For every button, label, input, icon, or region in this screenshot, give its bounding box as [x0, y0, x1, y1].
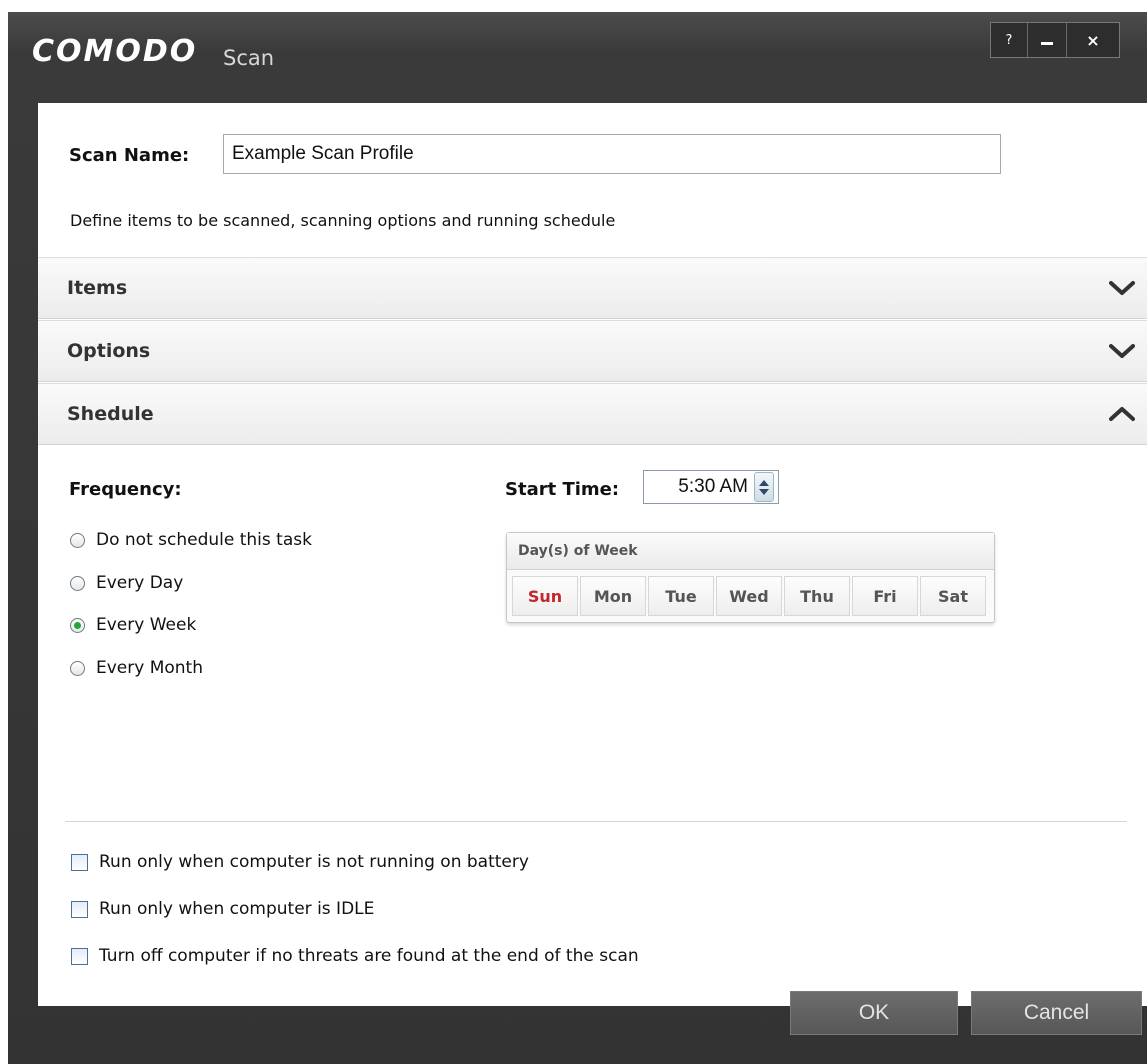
section-schedule-label: Shedule [67, 403, 154, 425]
scan-description: Define items to be scanned, scanning opt… [70, 211, 616, 230]
checkbox-row-turn-off[interactable]: Turn off computer if no threats are foun… [71, 946, 639, 966]
scan-window: COMODO Scan ? × Scan Name: Define items … [8, 12, 1147, 1064]
checkbox[interactable] [71, 900, 88, 918]
scan-name-input[interactable] [223, 134, 1001, 174]
ok-button[interactable]: OK [790, 991, 958, 1035]
start-time-value[interactable]: 5:30 AM [678, 476, 748, 498]
dialog-content: Scan Name: Define items to be scanned, s… [38, 103, 1147, 1006]
radio-selected-dot [74, 621, 81, 629]
checkbox[interactable] [71, 853, 88, 871]
section-options-label: Options [67, 340, 151, 362]
checkbox-row-idle[interactable]: Run only when computer is IDLE [71, 899, 374, 919]
radio-label: Every Week [96, 615, 197, 635]
window-title: Scan [223, 46, 275, 70]
checkbox-label: Run only when computer is IDLE [99, 899, 375, 919]
section-options[interactable]: Options [38, 320, 1147, 382]
radio-button-selected[interactable] [70, 617, 85, 633]
time-spinner[interactable] [754, 472, 774, 502]
start-time-input[interactable]: 5:30 AM [643, 470, 779, 504]
checkbox-row-battery[interactable]: Run only when computer is not running on… [71, 852, 529, 872]
day-sat[interactable]: Sat [920, 576, 986, 616]
help-button[interactable]: ? [991, 23, 1028, 57]
radio-button[interactable] [70, 575, 85, 591]
scan-name-label: Scan Name: [69, 145, 190, 166]
radio-label: Every Day [96, 573, 184, 593]
radio-every-week[interactable]: Every Week [70, 615, 196, 635]
radio-label: Every Month [96, 658, 203, 678]
minimize-icon [1041, 41, 1053, 45]
radio-every-day[interactable]: Every Day [70, 573, 183, 593]
section-items[interactable]: Items [38, 257, 1147, 319]
minimize-button[interactable] [1028, 23, 1067, 57]
window-controls: ? × [990, 22, 1120, 58]
checkbox-label: Run only when computer is not running on… [99, 852, 529, 872]
day-fri[interactable]: Fri [852, 576, 918, 616]
checkbox-label: Turn off computer if no threats are foun… [99, 946, 639, 966]
radio-do-not-schedule[interactable]: Do not schedule this task [70, 530, 312, 550]
section-items-label: Items [67, 277, 128, 299]
day-sun[interactable]: Sun [512, 576, 578, 616]
days-of-week-header: Day(s) of Week [507, 533, 994, 570]
divider [65, 821, 1127, 822]
day-tue[interactable]: Tue [648, 576, 714, 616]
radio-button[interactable] [70, 532, 85, 548]
comodo-logo: COMODO [32, 34, 198, 69]
days-row: Sun Mon Tue Wed Thu Fri Sat [507, 570, 994, 616]
day-wed[interactable]: Wed [716, 576, 782, 616]
frequency-label: Frequency: [69, 479, 182, 500]
chevron-down-icon[interactable] [1107, 336, 1137, 366]
day-mon[interactable]: Mon [580, 576, 646, 616]
radio-button[interactable] [70, 660, 85, 676]
chevron-up-icon[interactable] [1107, 399, 1137, 429]
cancel-button[interactable]: Cancel [971, 991, 1142, 1035]
radio-every-month[interactable]: Every Month [70, 658, 203, 678]
close-button[interactable]: × [1067, 23, 1119, 57]
start-time-label: Start Time: [505, 479, 620, 500]
spin-down-icon[interactable] [759, 488, 769, 495]
spin-up-icon[interactable] [759, 479, 769, 486]
chevron-down-icon[interactable] [1107, 273, 1137, 303]
section-schedule[interactable]: Shedule [38, 383, 1147, 445]
day-thu[interactable]: Thu [784, 576, 850, 616]
days-of-week-panel: Day(s) of Week Sun Mon Tue Wed Thu Fri S… [506, 532, 995, 623]
checkbox[interactable] [71, 947, 88, 965]
radio-label: Do not schedule this task [96, 530, 312, 550]
